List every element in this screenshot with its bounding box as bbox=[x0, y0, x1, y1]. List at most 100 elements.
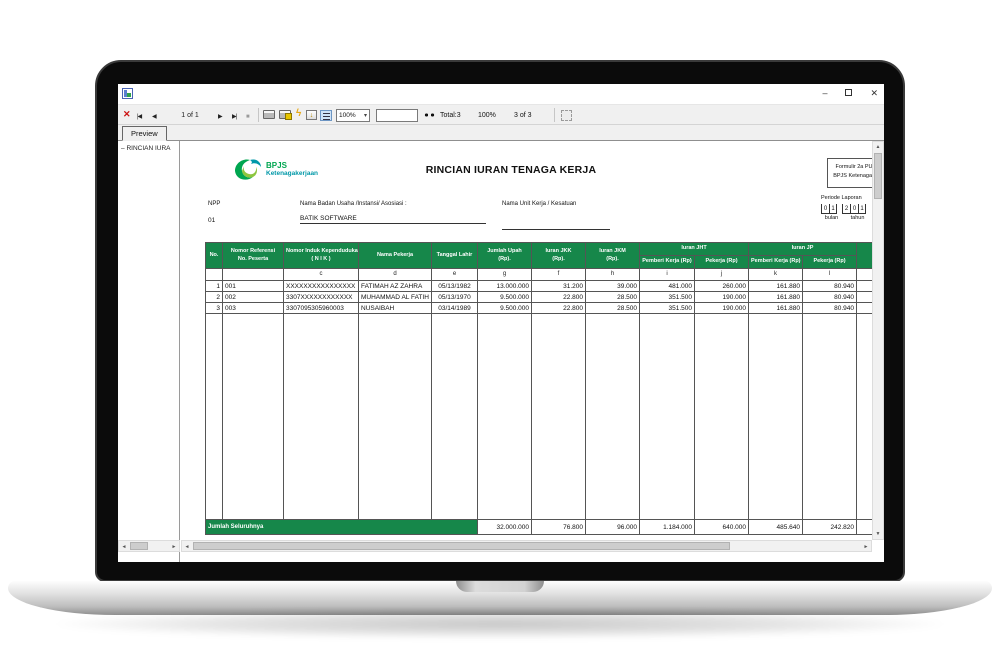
cell: 3307095305960003 bbox=[284, 303, 359, 314]
column-subheader: Pekerja (Rp) bbox=[803, 256, 857, 269]
zoom-select[interactable]: 100% ▾ bbox=[336, 109, 370, 122]
cell: 13.000.000 bbox=[478, 281, 532, 292]
cell bbox=[857, 303, 872, 314]
report-page: BPJS Ketenagakerjaan RINCIAN IURAN TENAG… bbox=[181, 141, 872, 540]
column-letter: c bbox=[284, 269, 359, 281]
periode-digit: 1 bbox=[858, 204, 866, 214]
cell: 481.000 bbox=[640, 281, 695, 292]
status-records: 3 of 3 bbox=[514, 110, 532, 122]
unit-kerja-label: Nama Unit Kerja / Kesatuan bbox=[502, 201, 576, 207]
laptop-bezel: – ✕ ✕ |◀ ◀ 1 of 1 ▶ ▶| ■ ϟ ↓ bbox=[95, 60, 905, 582]
column-letter: k bbox=[749, 269, 803, 281]
refresh-icon[interactable]: ϟ bbox=[296, 108, 301, 120]
column-header: Tanggal Lahir bbox=[432, 243, 478, 269]
column-letter: d bbox=[359, 269, 432, 281]
tree-expander-icon[interactable]: – bbox=[121, 145, 125, 152]
page-indicator: 1 of 1 bbox=[166, 110, 214, 122]
table-row: 20023307XXXXXXXXXXXXMUHAMMAD AL FATIH05/… bbox=[206, 292, 873, 303]
scroll-right-icon[interactable]: ► bbox=[169, 542, 179, 552]
tree-item-rincian[interactable]: – RINCIAN IURA bbox=[121, 145, 179, 152]
formulir-line1: Formulir 2a PU bbox=[828, 163, 872, 172]
column-header: Iuran JKM(Rp). bbox=[586, 243, 640, 269]
scroll-up-icon[interactable]: ▲ bbox=[873, 142, 883, 152]
scroll-down-icon[interactable]: ▼ bbox=[873, 529, 883, 539]
total-cell: 32.000.000 bbox=[478, 520, 532, 535]
cell: 351.500 bbox=[640, 292, 695, 303]
search-input[interactable] bbox=[376, 109, 418, 122]
report-viewport: BPJS Ketenagakerjaan RINCIAN IURAN TENAG… bbox=[181, 141, 872, 540]
scroll-left-icon[interactable]: ◄ bbox=[182, 542, 192, 552]
formulir-box: Formulir 2a PU BPJS Ketenagak bbox=[827, 158, 872, 188]
print-setup-icon[interactable] bbox=[279, 110, 291, 119]
cell: 351.500 bbox=[640, 303, 695, 314]
toggle-group-tree-icon[interactable] bbox=[320, 110, 332, 121]
total-cell bbox=[857, 520, 872, 535]
select-mode-icon[interactable] bbox=[561, 110, 572, 121]
total-cell: 640.000 bbox=[695, 520, 749, 535]
cell bbox=[206, 314, 223, 520]
scrollbar-thumb[interactable] bbox=[193, 542, 730, 550]
column-subheader: Pemberi Kerja (Rp) bbox=[640, 256, 695, 269]
first-page-button[interactable]: |◀ bbox=[137, 111, 141, 123]
cell: FATIMAH AZ ZAHRA bbox=[359, 281, 432, 292]
totals-row: Jumlah Seluruhnya32.000.00076.80096.0001… bbox=[206, 520, 873, 535]
export-icon[interactable]: ↓ bbox=[306, 110, 317, 120]
cell: 190.000 bbox=[695, 303, 749, 314]
laptop-notch bbox=[456, 581, 544, 592]
tab-bar: Preview bbox=[118, 125, 884, 141]
app-icon bbox=[122, 88, 133, 99]
total-cell: 1.184.000 bbox=[640, 520, 695, 535]
cell: NUSAIBAH bbox=[359, 303, 432, 314]
periode-tahun-digits: 201 bbox=[842, 204, 866, 214]
cell: 1 bbox=[206, 281, 223, 292]
column-letter: h bbox=[586, 269, 640, 281]
bulan-label: bulan bbox=[821, 215, 842, 221]
cell: 03/14/1989 bbox=[432, 303, 478, 314]
tab-preview[interactable]: Preview bbox=[122, 126, 167, 141]
report-toolbar: ✕ |◀ ◀ 1 of 1 ▶ ▶| ■ ϟ ↓ 100% ▾ Tota bbox=[118, 104, 884, 125]
report-view: BPJS Ketenagakerjaan RINCIAN IURAN TENAG… bbox=[181, 141, 884, 562]
periode-label: Periode Laporan bbox=[821, 195, 872, 201]
scrollbar-thumb[interactable] bbox=[130, 542, 148, 550]
scroll-left-icon[interactable]: ◄ bbox=[119, 542, 129, 552]
scrollbar-thumb[interactable] bbox=[874, 153, 882, 199]
cell bbox=[857, 281, 872, 292]
stop-button[interactable]: ■ bbox=[246, 111, 249, 123]
laptop-mockup: – ✕ ✕ |◀ ◀ 1 of 1 ▶ ▶| ■ ϟ ↓ bbox=[0, 0, 1000, 651]
total-cell: 76.800 bbox=[532, 520, 586, 535]
table-row: 1001XXXXXXXXXXXXXXXXFATIMAH AZ ZAHRA05/1… bbox=[206, 281, 873, 292]
cell: 190.000 bbox=[695, 292, 749, 303]
tree-horizontal-scrollbar[interactable]: ◄ ► bbox=[118, 540, 180, 552]
periode-digit: 1 bbox=[829, 204, 837, 214]
vertical-scrollbar[interactable]: ▲ ▼ bbox=[872, 141, 884, 540]
column-header: Nomor Induk Kependudukan( N I K ) bbox=[284, 243, 359, 269]
minimize-button[interactable]: – bbox=[822, 88, 827, 98]
periode-digit: 0 bbox=[850, 204, 858, 214]
column-header: No. bbox=[206, 243, 223, 269]
cell: 22.800 bbox=[532, 303, 586, 314]
close-button[interactable]: ✕ bbox=[870, 88, 878, 98]
maximize-icon bbox=[845, 89, 852, 96]
brand-line1: BPJS bbox=[266, 162, 318, 170]
cell: XXXXXXXXXXXXXXXX bbox=[284, 281, 359, 292]
totals-label: Jumlah Seluruhnya bbox=[206, 520, 478, 535]
maximize-button[interactable] bbox=[845, 88, 852, 98]
close-report-icon[interactable]: ✕ bbox=[123, 108, 131, 120]
cell: 9.500.000 bbox=[478, 303, 532, 314]
column-subheader: Pemberi Kerja (Rp) bbox=[749, 256, 803, 269]
next-page-button[interactable]: ▶ bbox=[218, 111, 222, 123]
search-icon[interactable] bbox=[423, 111, 436, 119]
total-cell: 96.000 bbox=[586, 520, 640, 535]
scroll-right-icon[interactable]: ► bbox=[861, 542, 871, 552]
window-controls: – ✕ bbox=[822, 88, 878, 98]
column-letter: m bbox=[857, 269, 872, 281]
toolbar-separator bbox=[258, 108, 259, 122]
periode-laporan: Periode Laporan 01201 bulantahun bbox=[821, 195, 872, 221]
print-icon[interactable] bbox=[263, 110, 275, 119]
prev-page-button[interactable]: ◀ bbox=[152, 111, 156, 123]
tahun-label: tahun bbox=[847, 215, 868, 221]
last-page-button[interactable]: ▶| bbox=[232, 111, 236, 123]
cell: 80.940 bbox=[803, 292, 857, 303]
column-header: Iuran JHT bbox=[640, 243, 749, 256]
horizontal-scrollbar[interactable]: ◄ ► bbox=[181, 540, 872, 552]
